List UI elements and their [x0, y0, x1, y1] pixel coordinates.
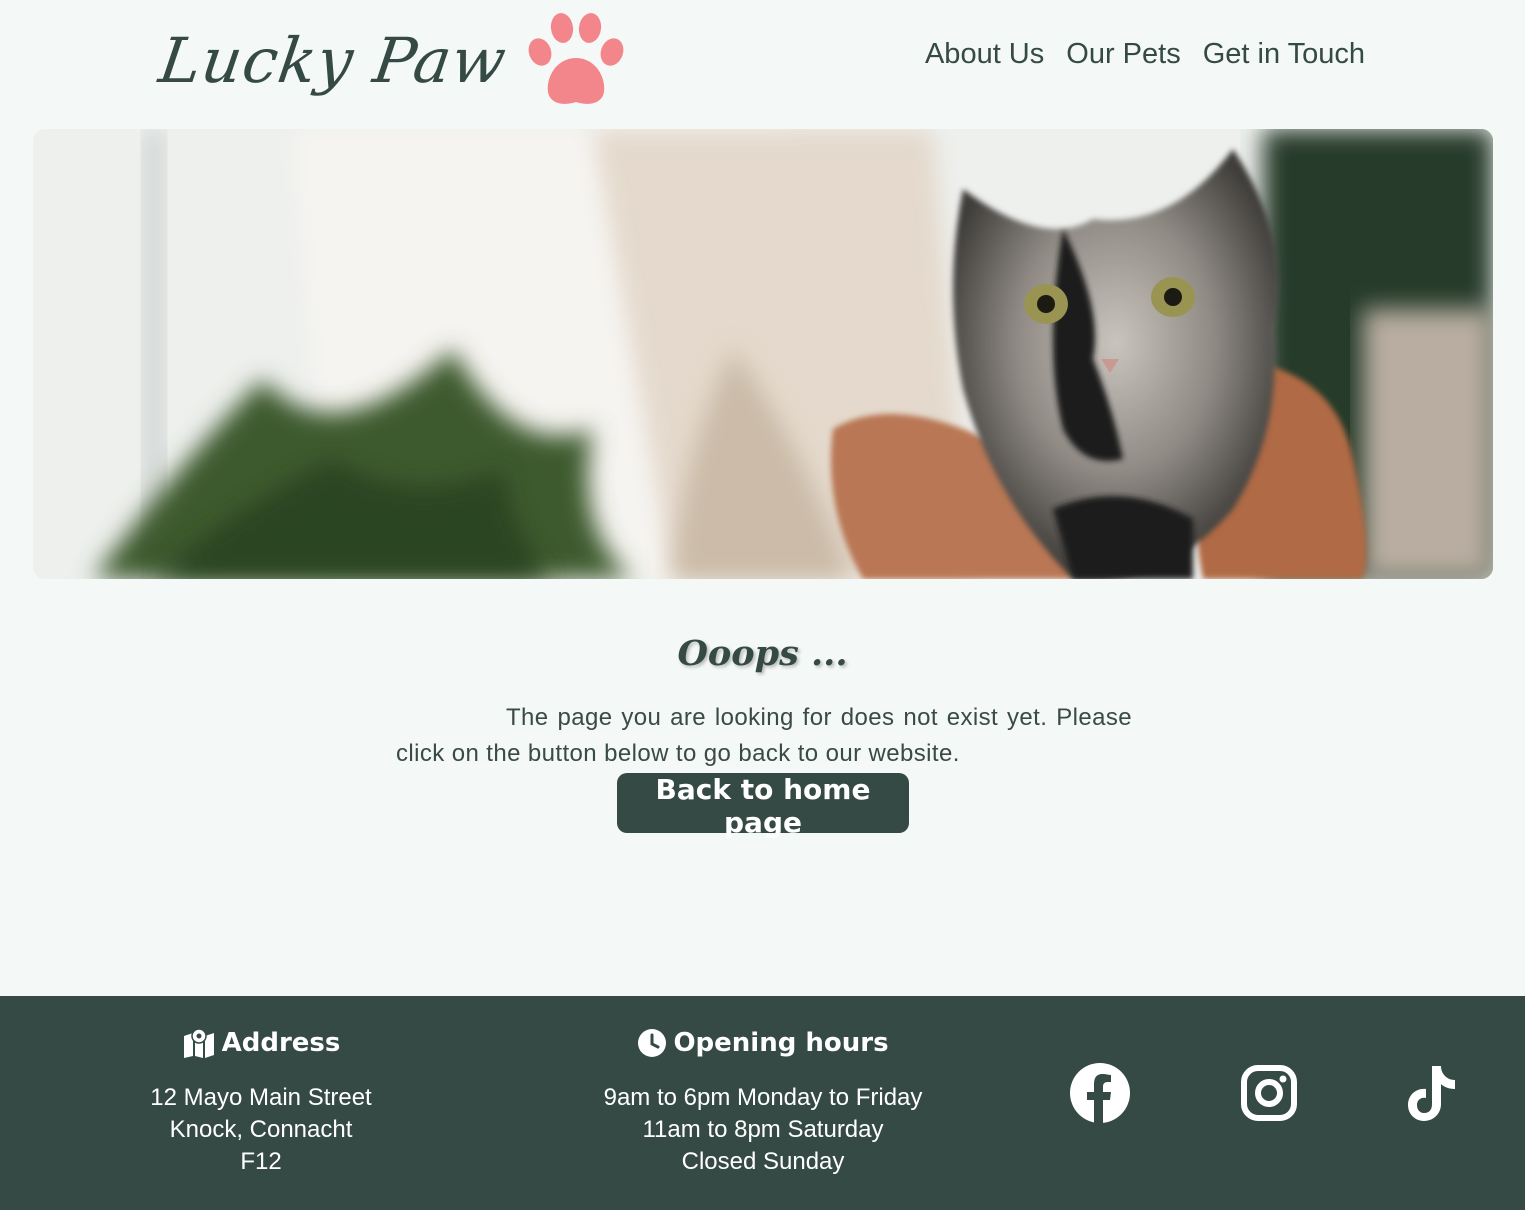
address-lines: 12 Mayo Main Street Knock, Connacht F12	[111, 1082, 411, 1178]
main-nav: About Us Our Pets Get in Touch	[925, 38, 1365, 71]
hours-lines: 9am to 6pm Monday to Friday 11am to 8pm …	[563, 1082, 963, 1178]
hours-section: Opening hours 9am to 6pm Monday to Frida…	[563, 1028, 963, 1178]
brand-name: Lucky Paw	[154, 23, 512, 97]
hours-line: 11am to 8pm Saturday	[642, 1116, 884, 1143]
site-header: Lucky Paw About Us Our Pets Get in Touch	[0, 0, 1525, 120]
hero-image	[33, 129, 1493, 579]
map-location-icon	[183, 1028, 214, 1058]
facebook-link[interactable]	[1069, 1062, 1131, 1124]
paw-icon	[528, 13, 624, 104]
hours-heading: Opening hours	[563, 1028, 963, 1058]
tiktok-link[interactable]	[1402, 1062, 1464, 1124]
nav-our-pets[interactable]: Our Pets	[1066, 38, 1180, 71]
facebook-icon	[1070, 1063, 1130, 1123]
page-title: Ooops ...	[677, 633, 848, 675]
error-message: The page you are looking for does not ex…	[396, 704, 1132, 767]
hours-heading-text: Opening hours	[673, 1028, 889, 1058]
address-line: 12 Mayo Main Street	[150, 1084, 372, 1111]
address-heading: Address	[111, 1028, 411, 1058]
address-line: Knock, Connacht	[169, 1116, 353, 1143]
nav-get-in-touch[interactable]: Get in Touch	[1203, 38, 1365, 71]
tiktok-icon	[1408, 1066, 1455, 1121]
logo-link[interactable]: Lucky Paw	[155, 12, 626, 108]
back-home-button[interactable]: Back to home page	[617, 773, 909, 839]
site-footer: Address 12 Mayo Main Street Knock, Conna…	[0, 996, 1525, 1210]
address-heading-text: Address	[221, 1028, 341, 1058]
instagram-icon	[1241, 1065, 1297, 1121]
clock-icon	[638, 1029, 667, 1057]
instagram-link[interactable]	[1238, 1062, 1300, 1124]
address-section: Address 12 Mayo Main Street Knock, Conna…	[111, 1028, 411, 1178]
nav-about-us[interactable]: About Us	[925, 38, 1044, 71]
hours-line: 9am to 6pm Monday to Friday	[603, 1084, 923, 1111]
hours-line: Closed Sunday	[681, 1148, 845, 1175]
address-line: F12	[240, 1148, 282, 1175]
